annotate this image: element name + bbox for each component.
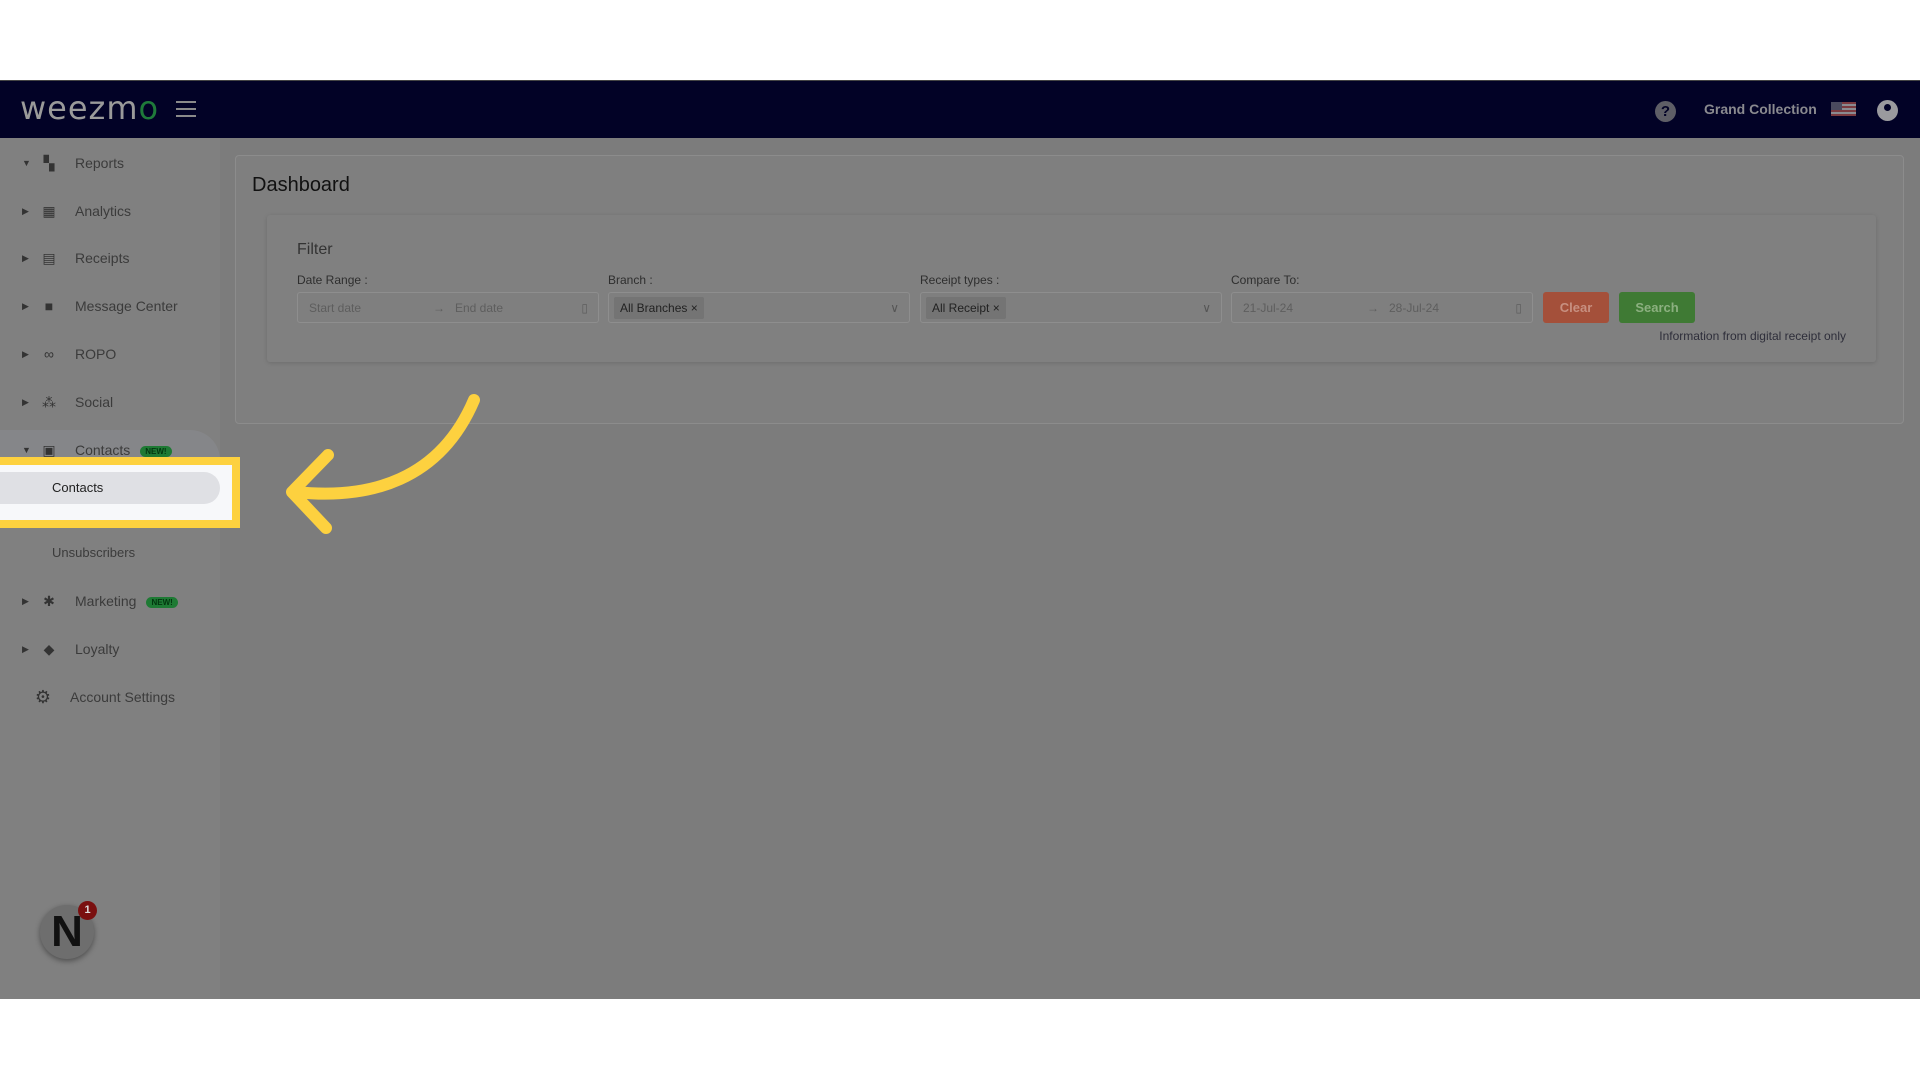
branch-value: All Branches xyxy=(620,301,688,315)
page-title: Dashboard xyxy=(252,174,350,196)
sidebar-item-marketing[interactable]: ▶ ✱ Marketing NEW! xyxy=(0,581,220,621)
remove-tag-icon[interactable]: × xyxy=(691,301,698,315)
caret-right-icon: ▶ xyxy=(22,300,29,311)
chevron-down-icon: ∨ xyxy=(1202,301,1211,315)
branch-tag: All Branches × xyxy=(614,297,704,319)
party-popper-icon: ✱ xyxy=(43,592,55,609)
calendar-icon: ▯ xyxy=(581,301,588,315)
menu-icon[interactable] xyxy=(176,101,196,117)
sidebar-item-message-center[interactable]: ▶ ■ Message Center xyxy=(0,286,220,326)
gear-icon: ⚙ xyxy=(34,686,52,707)
contacts-label: Contacts xyxy=(75,442,131,458)
weezmo-logo[interactable]: weezmo xyxy=(20,89,159,127)
sidebar-item-receipts[interactable]: ▶ ▤ Receipts xyxy=(0,238,220,278)
search-button[interactable]: Search xyxy=(1619,292,1695,323)
new-badge: NEW! xyxy=(140,445,172,457)
us-flag-icon[interactable] xyxy=(1831,102,1856,116)
date-range-picker[interactable]: Start date → End date ▯ xyxy=(297,292,599,323)
receipt-tag: All Receipt × xyxy=(926,297,1006,319)
people-icon: ⁂ xyxy=(42,393,56,410)
clear-button[interactable]: Clear xyxy=(1543,292,1609,323)
receipt-types-label: Receipt types : xyxy=(920,273,1000,287)
sidebar-subitem-contacts[interactable]: Contacts xyxy=(0,472,220,504)
top-header: weezmo ? Grand Collection xyxy=(0,80,1920,138)
receipt-types-select[interactable]: All Receipt × ∨ xyxy=(920,292,1222,323)
filter-panel: Filter Date Range : Start date → End dat… xyxy=(267,215,1876,362)
arrow-right-icon: → xyxy=(1367,301,1379,315)
compare-to-picker[interactable]: 21-Jul-24 → 28-Jul-24 ▯ xyxy=(1231,292,1533,323)
highlight-box: Contacts xyxy=(0,457,240,528)
receipt-icon: ▤ xyxy=(42,249,56,266)
sidebar-item-analytics[interactable]: ▶ ▦ Analytics xyxy=(0,191,220,231)
branch-label: Branch : xyxy=(608,273,653,287)
new-badge: NEW! xyxy=(146,596,178,608)
dashboard-icon: ▚ xyxy=(43,154,55,171)
notification-badge: 1 xyxy=(78,901,97,920)
end-date-input[interactable]: End date xyxy=(455,301,503,315)
info-text: Information from digital receipt only xyxy=(1659,329,1846,343)
help-icon[interactable]: ? xyxy=(1655,101,1676,122)
tag-icon: ◆ xyxy=(43,640,55,657)
sidebar-item-social[interactable]: ▶ ⁂ Social xyxy=(0,382,220,422)
dashboard-card: Dashboard Filter Date Range : Start date… xyxy=(235,155,1904,424)
compare-end-input[interactable]: 28-Jul-24 xyxy=(1389,301,1439,315)
sidebar-item-reports[interactable]: ▼ ▚ Reports xyxy=(0,143,220,183)
chevron-down-icon: ∨ xyxy=(890,301,899,315)
date-range-label: Date Range : xyxy=(297,273,368,287)
caret-right-icon: ▶ xyxy=(22,643,29,654)
compare-to-label: Compare To: xyxy=(1231,273,1300,287)
caret-right-icon: ▶ xyxy=(22,205,29,216)
bar-chart-icon: ▦ xyxy=(42,202,56,219)
start-date-input[interactable]: Start date xyxy=(309,301,361,315)
sidebar-subitem-unsubscribers[interactable]: Unsubscribers xyxy=(52,545,135,560)
caret-right-icon: ▶ xyxy=(22,396,29,407)
caret-down-icon: ▼ xyxy=(22,445,31,455)
infinity-icon: ∞ xyxy=(44,346,54,362)
main-area: ▼ ▚ Reports ▶ ▦ Analytics ▶ ▤ Receipts ▶ ■ Messa… xyxy=(0,138,1920,999)
contact-icon: ▣ xyxy=(42,441,56,458)
top-margin xyxy=(0,0,1920,80)
user-icon[interactable] xyxy=(1877,100,1898,121)
calendar-icon: ▯ xyxy=(1515,301,1522,315)
branch-select[interactable]: All Branches × ∨ xyxy=(608,292,910,323)
compare-start-input[interactable]: 21-Jul-24 xyxy=(1243,301,1293,315)
caret-right-icon: ▶ xyxy=(22,595,29,606)
account-name[interactable]: Grand Collection xyxy=(1704,101,1817,117)
sidebar: ▼ ▚ Reports ▶ ▦ Analytics ▶ ▤ Receipts ▶ ■ Messa… xyxy=(0,138,220,999)
chat-icon: ■ xyxy=(44,298,54,314)
sidebar-item-account-settings[interactable]: ⚙ Account Settings xyxy=(0,677,220,717)
marketing-label: Marketing xyxy=(75,593,137,609)
sidebar-item-loyalty[interactable]: ▶ ◆ Loyalty xyxy=(0,629,220,669)
caret-down-icon: ▼ xyxy=(22,158,31,168)
remove-tag-icon[interactable]: × xyxy=(993,301,1000,315)
caret-right-icon: ▶ xyxy=(22,252,29,263)
filter-title: Filter xyxy=(297,241,333,258)
sidebar-item-ropo[interactable]: ▶ ∞ ROPO xyxy=(0,334,220,374)
bottom-margin xyxy=(0,999,1920,1080)
receipt-value: All Receipt xyxy=(932,301,990,315)
arrow-right-icon: → xyxy=(433,301,445,315)
caret-right-icon: ▶ xyxy=(22,348,29,359)
